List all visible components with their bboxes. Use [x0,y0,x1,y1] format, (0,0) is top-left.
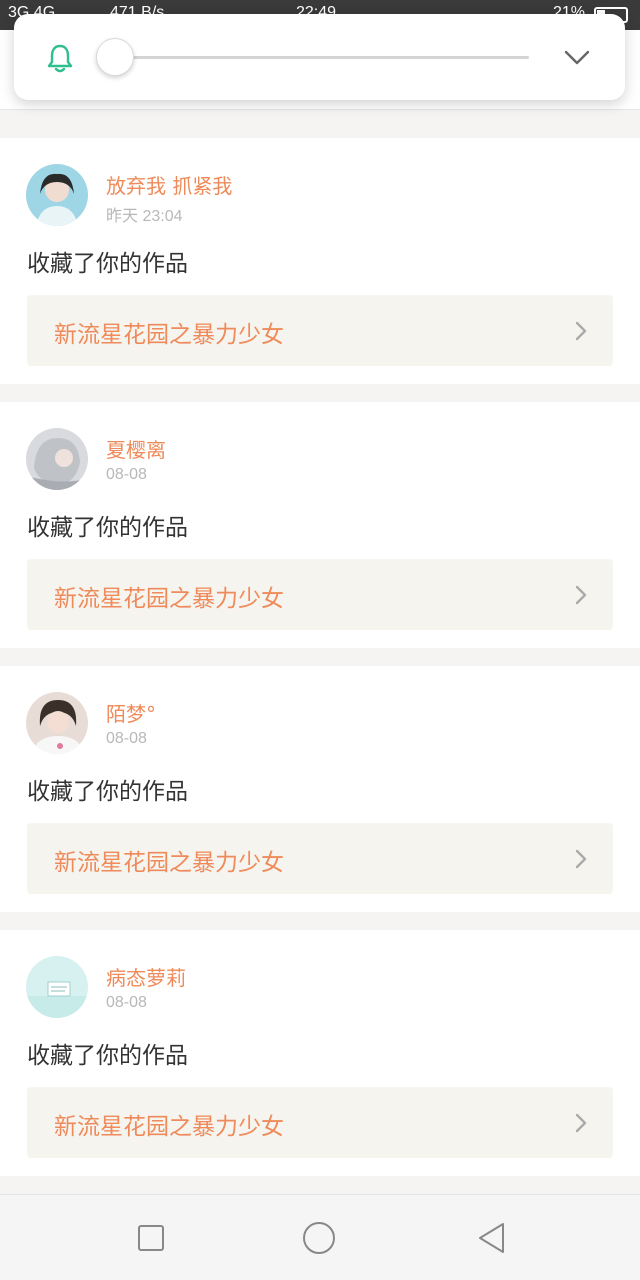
action-text: 收藏了你的作品 [27,779,188,805]
username[interactable]: 夏樱离 [106,434,166,463]
volume-panel [14,14,625,100]
volume-slider-knob[interactable] [96,38,134,76]
timestamp: 昨天 23:04 [106,208,183,225]
volume-slider-track[interactable] [114,56,529,59]
work-link[interactable]: 新流星花园之暴力少女 [27,295,613,366]
work-link[interactable]: 新流星花园之暴力少女 [27,1087,613,1158]
action-text: 收藏了你的作品 [27,515,188,541]
action-text: 收藏了你的作品 [27,251,188,277]
list-item: 陌梦° 08-08 收藏了你的作品 新流星花园之暴力少女 [0,666,640,912]
username[interactable]: 病态萝莉 [106,962,186,991]
timestamp: 08-08 [106,466,147,483]
circle-home-icon[interactable] [302,1221,336,1255]
chevron-right-icon [575,849,587,869]
work-title: 新流星花园之暴力少女 [54,850,284,876]
message-list: 放弃我 抓紧我 昨天 23:04 收藏了你的作品 新流星花园之暴力少女 夏樱离 … [0,138,640,1194]
navigation-bar [0,1194,640,1280]
avatar[interactable] [26,692,88,754]
chevron-down-icon[interactable] [563,46,591,68]
work-link[interactable]: 新流星花园之暴力少女 [27,559,613,630]
chevron-right-icon [575,1113,587,1133]
work-title: 新流星花园之暴力少女 [54,322,284,348]
action-text: 收藏了你的作品 [27,1043,188,1069]
timestamp: 08-08 [106,730,147,747]
username[interactable]: 放弃我 抓紧我 [106,170,232,199]
chevron-right-icon [575,321,587,341]
username[interactable]: 陌梦° [106,698,156,727]
timestamp: 08-08 [106,994,147,1011]
list-item: 放弃我 抓紧我 昨天 23:04 收藏了你的作品 新流星花园之暴力少女 [0,138,640,384]
work-link[interactable]: 新流星花园之暴力少女 [27,823,613,894]
avatar[interactable] [26,428,88,490]
work-title: 新流星花园之暴力少女 [54,586,284,612]
avatar[interactable] [26,164,88,226]
list-item: 病态萝莉 08-08 收藏了你的作品 新流星花园之暴力少女 [0,930,640,1176]
list-item: 夏樱离 08-08 收藏了你的作品 新流星花园之暴力少女 [0,402,640,648]
chevron-right-icon [575,585,587,605]
avatar[interactable] [26,956,88,1018]
work-title: 新流星花园之暴力少女 [54,1114,284,1140]
bell-icon[interactable] [44,42,76,74]
triangle-back-icon[interactable] [474,1221,508,1255]
square-recents-icon[interactable] [134,1221,168,1255]
